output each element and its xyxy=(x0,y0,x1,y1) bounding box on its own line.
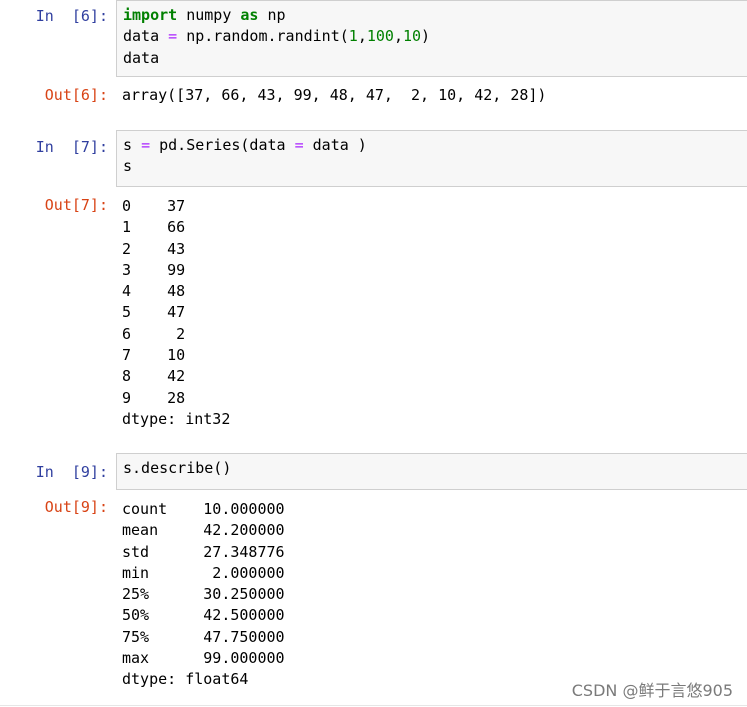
output-line: 75% 47.750000 xyxy=(122,627,285,646)
keyword: import xyxy=(123,6,178,24)
keyword: as xyxy=(240,6,259,24)
operator: = xyxy=(168,27,178,46)
number-literal: 10 xyxy=(402,27,422,46)
number-literal: 100 xyxy=(366,27,394,46)
code-input-9[interactable]: s.describe() xyxy=(116,453,747,490)
output-line: 0 37 xyxy=(122,197,186,215)
operator: = xyxy=(141,136,151,154)
output-line: 25% 30.250000 xyxy=(122,585,285,604)
code-line: import numpy as np xyxy=(123,5,741,26)
code-line: s xyxy=(123,157,133,176)
input-prompt-6: In [6]: xyxy=(35,7,108,25)
output-line: mean 42.200000 xyxy=(122,521,285,540)
output-line: dtype: int32 xyxy=(122,409,231,428)
output-line: max 99.000000 xyxy=(122,649,285,668)
number-literal: 1 xyxy=(348,27,358,46)
cell-output-7: 0 37 1 66 2 43 3 99 4 48 5 47 6 2 7 10 8… xyxy=(122,196,747,430)
output-line: 7 10 xyxy=(122,346,186,365)
code-input-6[interactable]: import numpy as np data = np.random.rand… xyxy=(116,0,747,77)
output-line: 9 28 xyxy=(122,388,186,407)
code-line: s = pd.Series(data = data ) xyxy=(123,135,741,156)
output-line: 4 48 xyxy=(122,282,186,301)
code-line: data = np.random.randint(1,100,10) xyxy=(123,26,741,47)
watermark: CSDN @鲜于言悠905 xyxy=(571,681,733,700)
output-line: 6 2 xyxy=(122,324,186,343)
output-line: min 2.000000 xyxy=(122,563,285,582)
cell-output-9: count 10.000000 mean 42.200000 std 27.34… xyxy=(122,499,747,691)
output-line: 8 42 xyxy=(122,367,186,386)
code-text: data xyxy=(123,27,169,46)
input-prompt-9: In [9]: xyxy=(35,463,108,481)
code-line: s.describe() xyxy=(123,459,232,477)
code-text: s xyxy=(123,136,142,154)
output-line: 50% 42.500000 xyxy=(122,606,285,625)
input-prompt-7: In [7]: xyxy=(35,138,108,156)
bottom-divider xyxy=(0,705,747,706)
code-line: data xyxy=(123,48,160,67)
output-line: std 27.348776 xyxy=(122,542,285,561)
output-line: count 10.000000 xyxy=(122,500,285,518)
output-line: 5 47 xyxy=(122,303,186,322)
code-text: , xyxy=(393,27,403,46)
code-text: data ) xyxy=(303,136,367,154)
output-prompt-6: Out[6]: xyxy=(44,86,108,104)
code-text: pd.Series(data xyxy=(150,136,295,154)
cell-output-6: array([37, 66, 43, 99, 48, 47, 2, 10, 42… xyxy=(122,85,747,106)
output-prompt-7: Out[7]: xyxy=(44,196,108,214)
output-line: 3 99 xyxy=(122,260,186,279)
code-input-7[interactable]: s = pd.Series(data = data ) s xyxy=(116,130,747,187)
output-line: 2 43 xyxy=(122,239,186,258)
output-prompt-9: Out[9]: xyxy=(44,498,108,516)
operator: = xyxy=(294,136,304,154)
code-text: np.random.randint( xyxy=(177,27,349,46)
output-line: array([37, 66, 43, 99, 48, 47, 2, 10, 42… xyxy=(122,86,547,104)
code-text: ) xyxy=(421,27,431,46)
code-text: numpy xyxy=(177,6,241,24)
output-line: 1 66 xyxy=(122,218,186,237)
code-text: , xyxy=(357,27,367,46)
code-text: np xyxy=(258,6,286,24)
